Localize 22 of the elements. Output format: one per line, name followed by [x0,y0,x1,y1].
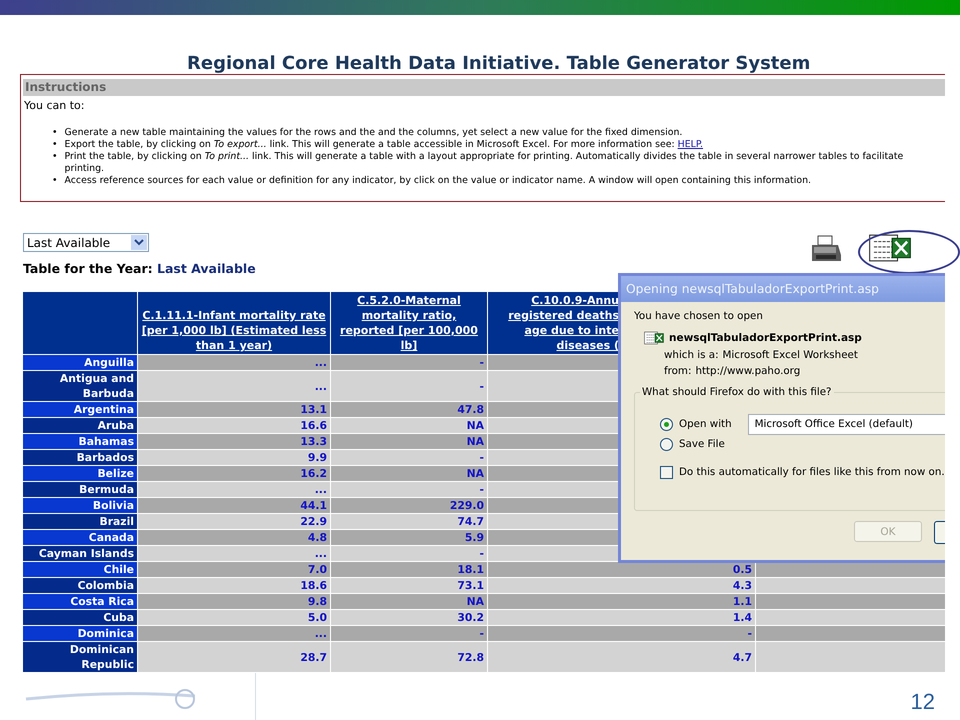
caption-value: Last Available [157,261,256,276]
page-number: 12 [910,689,935,715]
bullet: • [52,127,58,139]
instruction-item: Export the table, by clicking on To export... link. This will generate a table accessible in Microsoft Excel. For more information see: HELP. [64,139,704,151]
dialog-title: Opening newsqlTabuladorExportPrint.asp [621,276,945,302]
detail-value: http://www.paho.org [695,365,800,377]
instruction-item: Access reference sources for each value or definition for any indicator, by click on the value or indicator name. A window will open containing this information. [64,175,811,187]
panel-heading: Instructions [23,79,945,96]
detail-label: which is a: [664,349,719,361]
bullet: • [52,175,58,187]
instruction-item: Generate a new table maintaining the values for the rows and the and the columns, yet select a new value for the fixed dimension. [64,127,682,139]
bullet: • [52,139,58,151]
group-legend: What should Firefox do with this file? [640,386,834,398]
instruction-item: Print the table, by clicking on To print... link. This will generate a table with a layout appropriate for printing. Automatically divides the table in several narrower tables to facilitate printing. [64,151,904,175]
detail-label: from: [664,365,692,377]
dialog-text: You have chosen to open [634,310,764,322]
bullet: • [52,151,58,164]
file-name: newsqlTabuladorExportPrint.asp [669,332,862,344]
intro-text: You can to: [24,99,86,112]
slide-title: Regional Core Health Data Initiative. Table Generator System [187,54,812,74]
detail-value: Microsoft Excel Worksheet [722,349,858,361]
caption-label: Table for the Year: [23,261,153,276]
